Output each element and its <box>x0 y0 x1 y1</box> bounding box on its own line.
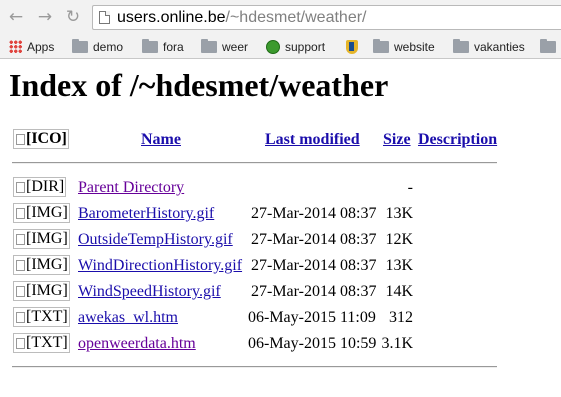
file-size: 312 <box>389 309 413 326</box>
bookmark-label: Apps <box>27 40 55 54</box>
column-header-size[interactable]: Size <box>383 131 411 149</box>
row-icon-image: [IMG] <box>13 255 70 275</box>
bookmark-label: weer <box>222 40 249 54</box>
bookmark-label: vakanties <box>474 40 525 54</box>
support-icon <box>266 39 280 54</box>
file-size: 3.1K <box>381 335 413 352</box>
file-modified: 27-Mar-2014 08:37 <box>251 205 377 222</box>
file-size: 14K <box>385 283 413 300</box>
divider-bottom <box>12 366 497 368</box>
row-icon-alt: [IMG] <box>26 230 68 247</box>
row-icon-image: [IMG] <box>13 203 70 223</box>
row-icon-alt: [IMG] <box>26 204 68 221</box>
browser-toolbar: ← → ↻ users.online.be/~hdesmet/weather/ <box>0 0 561 35</box>
forward-arrow-icon[interactable]: → <box>35 7 55 27</box>
file-size: 13K <box>385 257 413 274</box>
file-link-awekas-wl[interactable]: awekas_wl.htm <box>78 309 178 327</box>
column-header-name[interactable]: Name <box>141 131 181 149</box>
url-host: users.online.be <box>117 9 226 26</box>
page-title: Index of /~hdesmet/weather <box>9 67 389 103</box>
bookmark-weer[interactable]: weer <box>201 38 248 56</box>
file-size: 13K <box>385 205 413 222</box>
file-link-barometer-history[interactable]: BarometerHistory.gif <box>78 205 214 223</box>
bookmark-label: fora <box>163 40 184 54</box>
bookmark-shield[interactable] <box>346 38 363 56</box>
row-icon-alt: [TXT] <box>26 334 68 351</box>
bookmark-label: support <box>285 40 326 54</box>
shield-icon <box>346 39 358 54</box>
address-bar[interactable]: users.online.be/~hdesmet/weather/ <box>92 5 561 30</box>
bookmark-vakanties[interactable]: vakanties <box>453 38 525 56</box>
file-modified: 06-May-2015 10:59 <box>248 335 377 352</box>
bookmark-fora[interactable]: fora <box>142 38 184 56</box>
bookmark-website[interactable]: website <box>373 38 435 56</box>
column-header-last-modified[interactable]: Last modified <box>265 131 360 149</box>
file-modified: 27-Mar-2014 08:37 <box>251 257 377 274</box>
file-link-parent-directory[interactable]: Parent Directory <box>78 179 184 197</box>
file-size: 12K <box>385 231 413 248</box>
back-arrow-icon[interactable]: ← <box>6 7 26 27</box>
file-link-wind-direction-history[interactable]: WindDirectionHistory.gif <box>78 257 242 275</box>
row-icon-image: [TXT] <box>13 307 70 327</box>
bookmark-label: demo <box>93 40 124 54</box>
row-icon-alt: [DIR] <box>26 178 65 195</box>
folder-icon <box>201 38 217 53</box>
bookmark-support[interactable]: support <box>266 38 325 56</box>
header-icon-alt: [ICO] <box>26 130 67 147</box>
row-icon-image: [IMG] <box>13 281 70 301</box>
row-icon-alt: [TXT] <box>26 308 68 325</box>
divider-top <box>12 162 497 164</box>
folder-icon <box>453 38 469 53</box>
bookmarks-bar: Apps demo fora weer support website vaka… <box>0 35 561 59</box>
bookmark-apps[interactable]: Apps <box>9 38 54 56</box>
folder-icon <box>373 38 389 53</box>
bookmark-demo[interactable]: demo <box>72 38 123 56</box>
reload-icon[interactable]: ↻ <box>63 7 83 27</box>
file-modified: 27-Mar-2014 08:37 <box>251 283 377 300</box>
folder-icon <box>72 38 88 53</box>
column-header-description[interactable]: Description <box>418 131 497 149</box>
page-icon <box>99 11 110 24</box>
apps-grid-icon <box>9 40 22 54</box>
row-icon-image: [DIR] <box>13 177 67 197</box>
row-icon-image: [IMG] <box>13 229 70 249</box>
bookmark-overflow[interactable] <box>540 38 561 56</box>
file-link-wind-speed-history[interactable]: WindSpeedHistory.gif <box>78 283 221 301</box>
url-text[interactable]: users.online.be/~hdesmet/weather/ <box>117 9 366 27</box>
folder-icon <box>540 38 556 53</box>
file-modified: 06-May-2015 11:09 <box>248 309 376 326</box>
folder-icon <box>142 38 158 53</box>
file-link-outside-temp-history[interactable]: OutsideTempHistory.gif <box>78 231 233 249</box>
row-icon-alt: [IMG] <box>26 282 68 299</box>
header-icon-image: [ICO] <box>13 129 69 149</box>
url-path: /~hdesmet/weather/ <box>225 9 367 26</box>
file-size: - <box>407 179 413 196</box>
row-icon-image: [TXT] <box>13 333 70 353</box>
row-icon-alt: [IMG] <box>26 256 68 273</box>
file-modified: 27-Mar-2014 08:37 <box>251 231 377 248</box>
bookmark-label: website <box>394 40 435 54</box>
file-link-openweerdata[interactable]: openweerdata.htm <box>78 335 196 353</box>
